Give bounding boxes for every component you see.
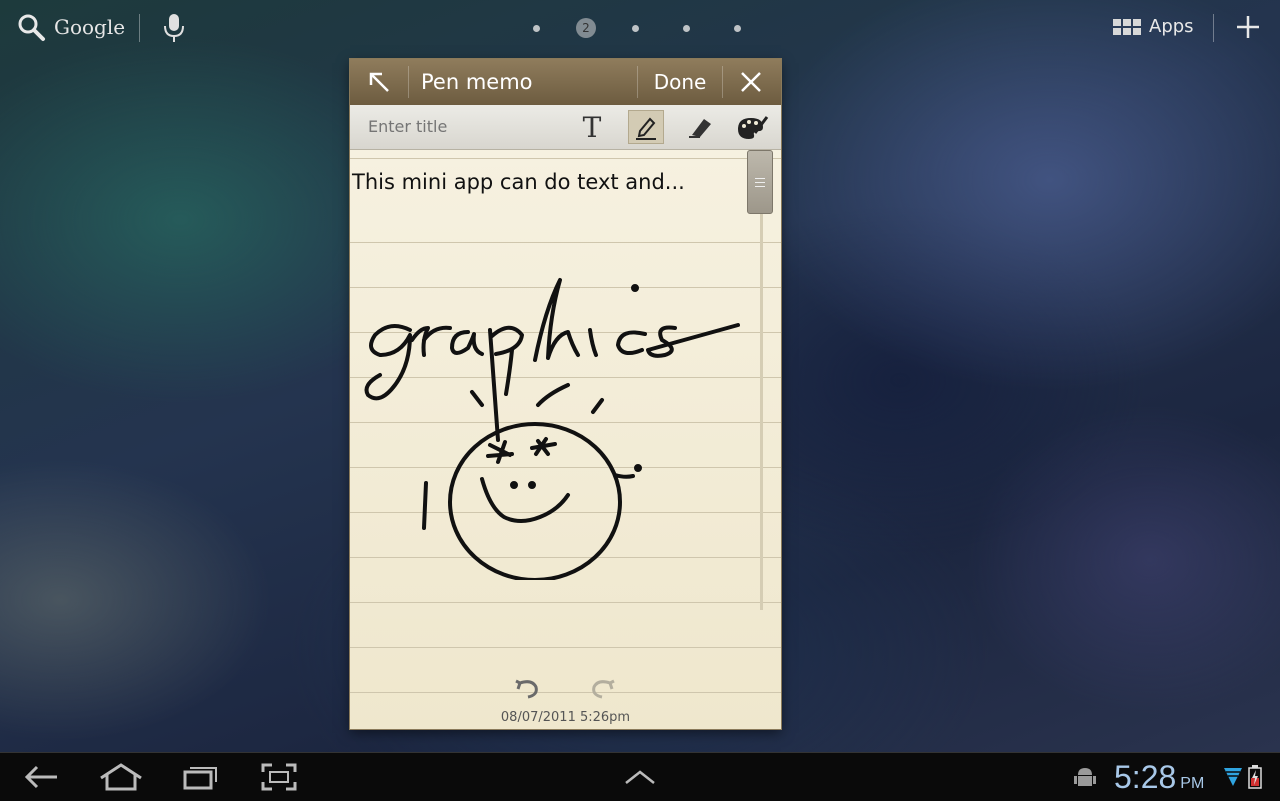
recent-apps-button[interactable] — [182, 761, 220, 793]
android-debug-icon-wrap[interactable] — [1072, 761, 1098, 793]
google-search-button[interactable]: Google — [16, 12, 125, 42]
apps-grid-icon — [1113, 18, 1141, 35]
back-button[interactable] — [22, 761, 60, 793]
text-mode-button[interactable]: T — [574, 110, 610, 144]
current-page-badge: 2 — [576, 18, 596, 38]
eraser-icon — [689, 119, 711, 138]
android-icon — [1074, 768, 1096, 786]
add-widget-button[interactable] — [1234, 13, 1262, 45]
status-clock[interactable]: 5:28 PM — [1114, 759, 1204, 796]
recent-apps-icon — [183, 767, 217, 790]
memo-title: Pen memo — [421, 70, 533, 94]
title-input[interactable] — [368, 117, 558, 136]
chevron-up-icon — [625, 770, 655, 784]
search-icon — [18, 14, 45, 41]
divider — [1213, 14, 1214, 42]
scroll-track — [760, 150, 763, 610]
pen-memo-window: Pen memo Done T — [350, 59, 781, 729]
wifi-status[interactable] — [1222, 761, 1244, 793]
redo-button[interactable] — [588, 675, 618, 705]
page-dot[interactable] — [533, 24, 540, 32]
plus-icon — [1237, 16, 1259, 38]
battery-charging-icon — [1248, 765, 1262, 789]
undo-icon — [515, 679, 538, 699]
battery-status[interactable] — [1246, 761, 1264, 793]
screenshot-icon — [261, 763, 297, 791]
close-button[interactable] — [723, 70, 779, 94]
close-icon — [741, 72, 761, 92]
home-button[interactable] — [98, 761, 144, 793]
apps-label: Apps — [1149, 16, 1194, 37]
memo-header: Pen memo Done — [350, 59, 781, 105]
microphone-icon — [164, 14, 184, 42]
home-page-indicator: 2 — [528, 18, 763, 38]
page-dot[interactable] — [632, 24, 639, 32]
handwriting-drawing: graphics — [364, 278, 740, 580]
palette-icon — [738, 116, 769, 139]
color-palette-button[interactable] — [734, 110, 770, 144]
memo-toolbar: T — [350, 105, 781, 150]
expand-button[interactable] — [350, 69, 408, 95]
apps-button[interactable]: Apps — [1113, 16, 1194, 37]
system-bar: 5:28 PM — [0, 752, 1280, 801]
home-top-bar: Google 2 Apps — [0, 0, 1280, 56]
redo-icon — [592, 679, 615, 699]
wifi-signal-icon — [1224, 768, 1242, 786]
mini-apps-tray-button[interactable] — [622, 761, 658, 793]
voice-search-button[interactable] — [162, 12, 186, 48]
clock-time: 5:28 — [1114, 759, 1177, 795]
done-button[interactable]: Done — [638, 70, 722, 94]
pen-tool-button[interactable] — [628, 110, 664, 144]
memo-scrollbar[interactable] — [747, 150, 775, 615]
page-dot[interactable] — [734, 24, 741, 32]
divider — [139, 14, 140, 42]
screenshot-button[interactable] — [260, 761, 298, 793]
expand-arrow-icon — [369, 72, 389, 92]
text-mode-icon: T — [582, 110, 602, 144]
google-search-label: Google — [54, 15, 126, 39]
undo-button[interactable] — [512, 675, 542, 705]
memo-timestamp: 08/07/2011 5:26pm — [500, 710, 631, 725]
scroll-thumb[interactable] — [747, 150, 773, 214]
pen-icon — [636, 117, 656, 140]
page-dot[interactable] — [683, 24, 690, 32]
eraser-tool-button[interactable] — [682, 110, 718, 144]
clock-ampm: PM — [1180, 775, 1205, 792]
home-icon — [100, 763, 142, 791]
back-arrow-icon — [24, 765, 57, 789]
